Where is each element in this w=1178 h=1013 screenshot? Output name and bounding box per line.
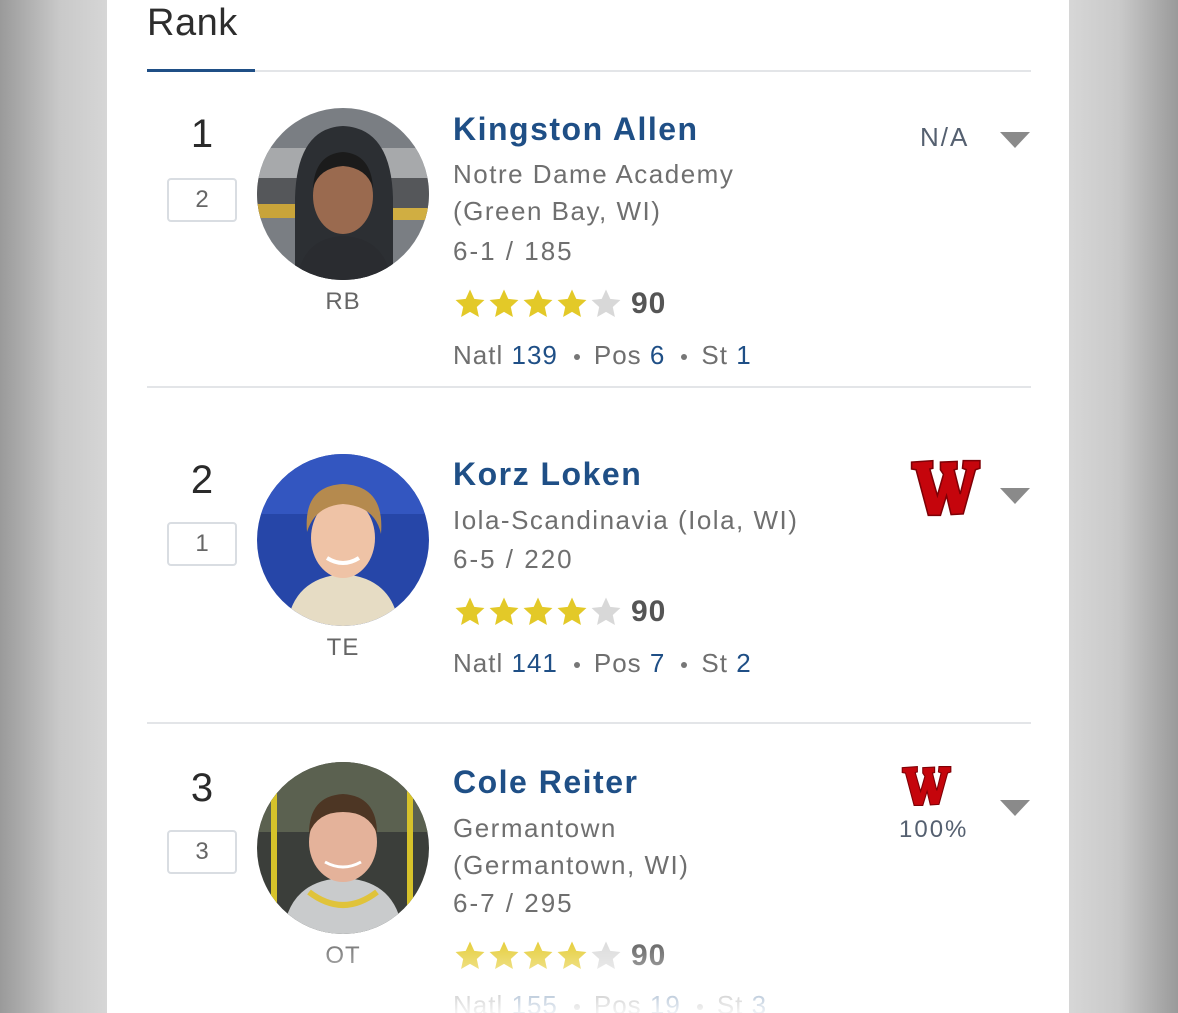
school-name: Germantown (Germantown, WI) [453,810,873,884]
row-divider [147,386,1031,388]
rank-summary: Natl 141 Pos 7 St 2 [453,648,752,679]
chevron-down-icon[interactable] [1000,488,1030,504]
natl-rank[interactable]: 141 [511,648,557,678]
star-empty-icon [589,595,623,629]
active-tab-indicator [147,69,255,72]
school-name: Notre Dame Academy (Green Bay, WI) [453,156,873,230]
player-name-link[interactable]: Kingston Allen [453,111,699,148]
prospect-row[interactable]: 2 1 TE Korz Loken Iola-Scandinavia (Iola… [147,416,1031,724]
tab-bar: Rank [147,0,1031,72]
pos-rank[interactable]: 6 [650,340,665,370]
rank-number: 2 [190,458,214,502]
previous-rank-badge: 3 [167,830,237,874]
player-avatar[interactable] [257,454,429,626]
pos-label: Pos [593,648,642,678]
previous-rank-badge: 2 [167,178,237,222]
star-rating: 90 [453,284,666,324]
player-avatar[interactable] [257,762,429,934]
star-icon [453,939,487,973]
prediction-percent: 100% [899,816,969,843]
prospect-row[interactable]: 3 3 OT Cole Reiter Germantown (Germantow… [147,724,1031,1013]
rank-number: 3 [190,766,214,810]
st-label: St [701,648,728,678]
star-icon [487,287,521,321]
rankings-card: Rank 1 2 RB Kingston Allen Notre Dame Ac… [107,0,1069,1013]
school-line: Notre Dame Academy [453,159,735,189]
school-name: Iola-Scandinavia (Iola, WI) [453,502,893,539]
star-empty-icon [589,939,623,973]
natl-label: Natl [453,990,504,1013]
separator-dot [681,354,688,361]
star-empty-icon [589,287,623,321]
rating-score: 90 [631,939,667,972]
school-line: Iola-Scandinavia (Iola, WI) [453,505,799,535]
position-label: OT [325,942,361,969]
separator-dot [696,1004,703,1011]
height-weight: 6-5 / 220 [453,544,574,574]
position-label: RB [325,288,361,315]
star-rating: 90 [453,592,666,632]
natl-label: Natl [453,340,504,370]
st-label: St [716,990,744,1013]
star-icon [453,287,487,321]
star-icon [555,595,589,629]
height-weight: 6-1 / 185 [453,236,574,266]
pos-rank[interactable]: 7 [650,648,665,678]
player-name-link[interactable]: Korz Loken [453,456,642,493]
state-rank[interactable]: 2 [736,648,751,678]
rating-score: 90 [631,595,667,628]
separator-dot [573,1004,580,1011]
star-icon [555,939,589,973]
chevron-down-icon[interactable] [1000,800,1030,816]
star-icon [521,939,555,973]
height-weight: 6-7 / 295 [453,888,574,918]
separator-dot [681,662,688,669]
wisconsin-w-logo[interactable] [899,762,953,810]
star-icon [521,595,555,629]
commit-status: N/A [920,122,970,152]
player-name-link[interactable]: Cole Reiter [453,764,638,801]
school-location: (Germantown, WI) [453,850,690,880]
state-rank[interactable]: 1 [736,340,751,370]
star-icon [487,939,521,973]
state-rank[interactable]: 3 [752,990,767,1013]
previous-rank-badge: 1 [167,522,237,566]
school-line: Germantown [453,813,617,843]
star-icon [555,287,589,321]
school-location: (Green Bay, WI) [453,196,662,226]
star-icon [521,287,555,321]
prospect-row[interactable]: 1 2 RB Kingston Allen Notre Dame Academy… [147,80,1031,388]
pos-label: Pos [593,340,642,370]
natl-rank[interactable]: 155 [511,990,557,1013]
wisconsin-w-logo[interactable] [907,454,983,522]
star-icon [487,595,521,629]
player-avatar[interactable] [257,108,429,280]
rank-number: 1 [190,112,214,156]
natl-rank[interactable]: 139 [511,340,557,370]
tab-rank[interactable]: Rank [147,2,238,45]
rating-score: 90 [631,287,667,320]
pos-rank[interactable]: 19 [650,990,681,1013]
star-icon [453,595,487,629]
st-label: St [701,340,728,370]
natl-label: Natl [453,648,504,678]
star-rating: 90 [453,936,666,976]
rank-summary: Natl 155 Pos 19 St 3 [453,990,767,1013]
rank-summary: Natl 139 Pos 6 St 1 [453,340,752,371]
separator-dot [573,662,580,669]
position-label: TE [326,634,360,661]
separator-dot [573,354,580,361]
chevron-down-icon[interactable] [1000,132,1030,148]
pos-label: Pos [593,990,642,1013]
